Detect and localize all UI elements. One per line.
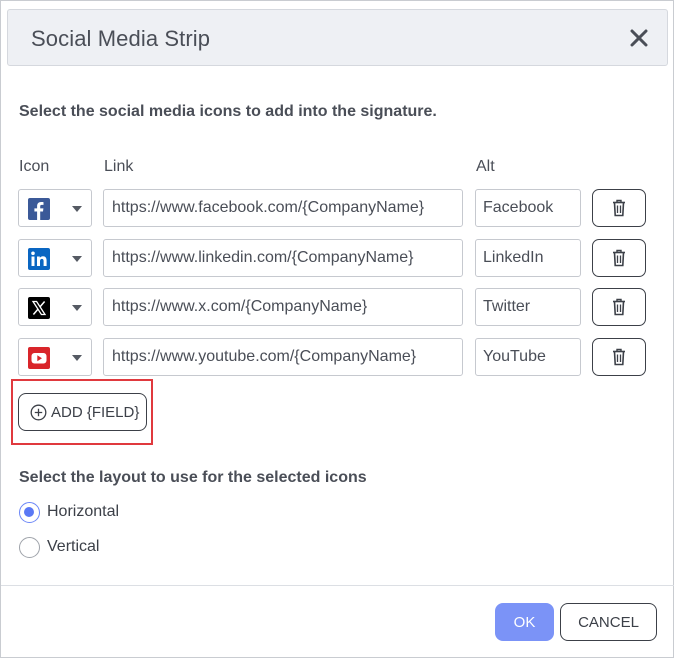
chevron-down-icon bbox=[72, 206, 82, 212]
dialog-header: Social Media Strip bbox=[7, 9, 668, 66]
radio-label: Horizontal bbox=[47, 503, 120, 520]
social-row-linkedin bbox=[1, 239, 674, 277]
delete-row-button[interactable] bbox=[592, 338, 646, 376]
layout-title: Select the layout to use for the selecte… bbox=[19, 469, 367, 486]
link-input[interactable] bbox=[103, 189, 463, 227]
add-field-label: ADD {FIELD} bbox=[51, 403, 140, 421]
layout-option-horizontal[interactable]: Horizontal bbox=[19, 501, 119, 523]
icon-select[interactable] bbox=[18, 239, 92, 277]
social-media-strip-dialog: Social Media Strip Select the social med… bbox=[0, 0, 674, 658]
radio-label: Vertical bbox=[47, 538, 100, 555]
delete-row-button[interactable] bbox=[592, 239, 646, 277]
plus-circle-icon bbox=[30, 404, 47, 420]
link-input[interactable] bbox=[103, 239, 463, 277]
x-icon bbox=[28, 297, 50, 319]
dialog-title: Social Media Strip bbox=[31, 26, 211, 51]
facebook-icon bbox=[28, 198, 50, 220]
cancel-button[interactable]: CANCEL bbox=[560, 603, 657, 641]
layout-option-vertical[interactable]: Vertical bbox=[19, 536, 99, 558]
icon-select[interactable] bbox=[18, 338, 92, 376]
icon-select[interactable] bbox=[18, 189, 92, 227]
alt-column-header: Alt bbox=[476, 158, 495, 175]
trash-icon bbox=[613, 249, 625, 267]
delete-row-button[interactable] bbox=[592, 189, 646, 227]
trash-icon bbox=[613, 199, 625, 217]
link-column-header: Link bbox=[104, 158, 134, 175]
linkedin-icon bbox=[28, 248, 50, 270]
icon-column-header: Icon bbox=[19, 158, 50, 175]
footer-divider bbox=[1, 585, 674, 586]
ok-button[interactable]: OK bbox=[495, 603, 554, 641]
add-field-button[interactable]: ADD {FIELD} bbox=[18, 393, 147, 431]
radio-button[interactable] bbox=[19, 501, 40, 523]
link-input[interactable] bbox=[103, 338, 463, 376]
alt-input[interactable] bbox=[475, 189, 581, 227]
chevron-down-icon bbox=[72, 305, 82, 311]
social-row-x bbox=[1, 288, 674, 326]
chevron-down-icon bbox=[72, 256, 82, 262]
trash-icon bbox=[613, 298, 625, 316]
social-row-facebook bbox=[1, 189, 674, 227]
close-icon bbox=[630, 29, 648, 47]
alt-input[interactable] bbox=[475, 288, 581, 326]
alt-input[interactable] bbox=[475, 338, 581, 376]
delete-row-button[interactable] bbox=[592, 288, 646, 326]
icon-select[interactable] bbox=[18, 288, 92, 326]
social-row-youtube bbox=[1, 338, 674, 376]
trash-icon bbox=[613, 348, 625, 366]
radio-button[interactable] bbox=[19, 536, 40, 558]
youtube-icon bbox=[28, 347, 50, 369]
chevron-down-icon bbox=[72, 355, 82, 361]
link-input[interactable] bbox=[103, 288, 463, 326]
alt-input[interactable] bbox=[475, 239, 581, 277]
instruction-text: Select the social media icons to add int… bbox=[19, 103, 437, 120]
close-button[interactable] bbox=[625, 24, 653, 52]
